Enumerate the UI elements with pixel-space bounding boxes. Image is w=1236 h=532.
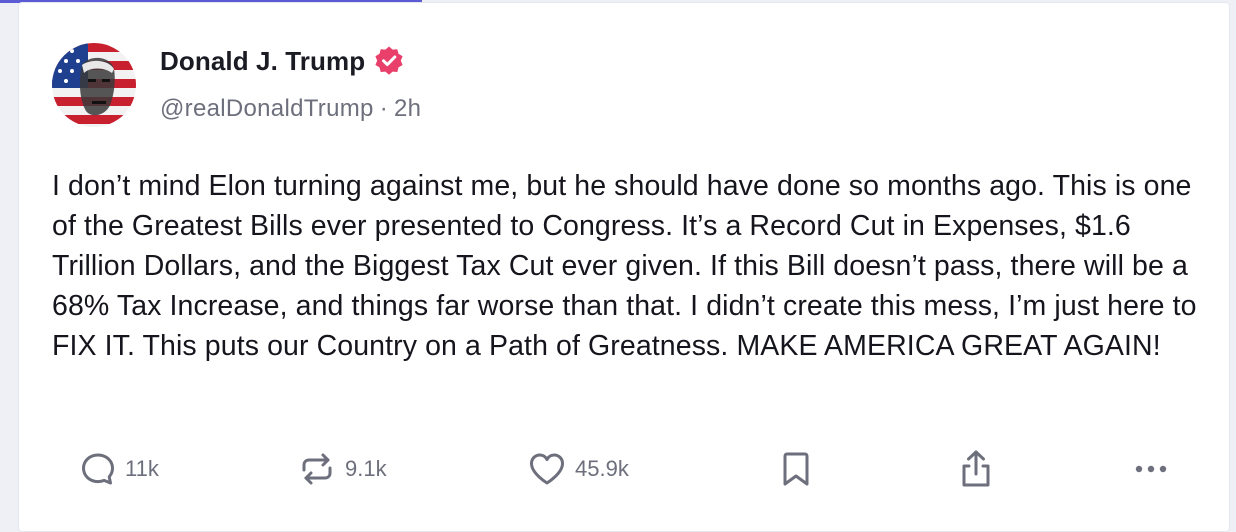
post-timestamp[interactable]: 2h [394,95,421,122]
action-bar: 11k 9.1k 45.9k [19,443,1231,495]
repost-count: 9.1k [345,456,387,481]
share-button[interactable] [957,449,995,489]
repost-icon [297,450,337,488]
bookmark-icon [779,449,813,489]
bookmark-button[interactable] [779,449,813,489]
reply-count: 11k [125,456,159,481]
author-name[interactable]: Donald J. Trump [160,46,365,77]
more-icon [1131,449,1171,489]
like-count: 45.9k [575,456,629,481]
verified-badge-icon [373,45,405,77]
avatar[interactable] [52,43,136,127]
avatar-flag-portrait [52,43,136,127]
share-icon [957,448,995,490]
post-meta: @realDonaldTrump · 2h [160,95,421,123]
repost-button[interactable]: 9.1k [297,449,387,489]
more-options-button[interactable] [1131,449,1171,489]
heart-icon [527,450,567,488]
reply-button[interactable]: 11k [79,449,159,489]
post-body: I don’t mind Elon turning against me, bu… [52,170,1197,362]
like-button[interactable]: 45.9k [527,449,629,489]
meta-separator: · [379,95,388,122]
post-card: Donald J. Trump @realDonaldTrump · 2h I do… [18,2,1230,532]
author-handle[interactable]: @realDonaldTrump [160,95,374,122]
reply-icon [79,450,117,488]
author-row: Donald J. Trump [160,43,405,79]
